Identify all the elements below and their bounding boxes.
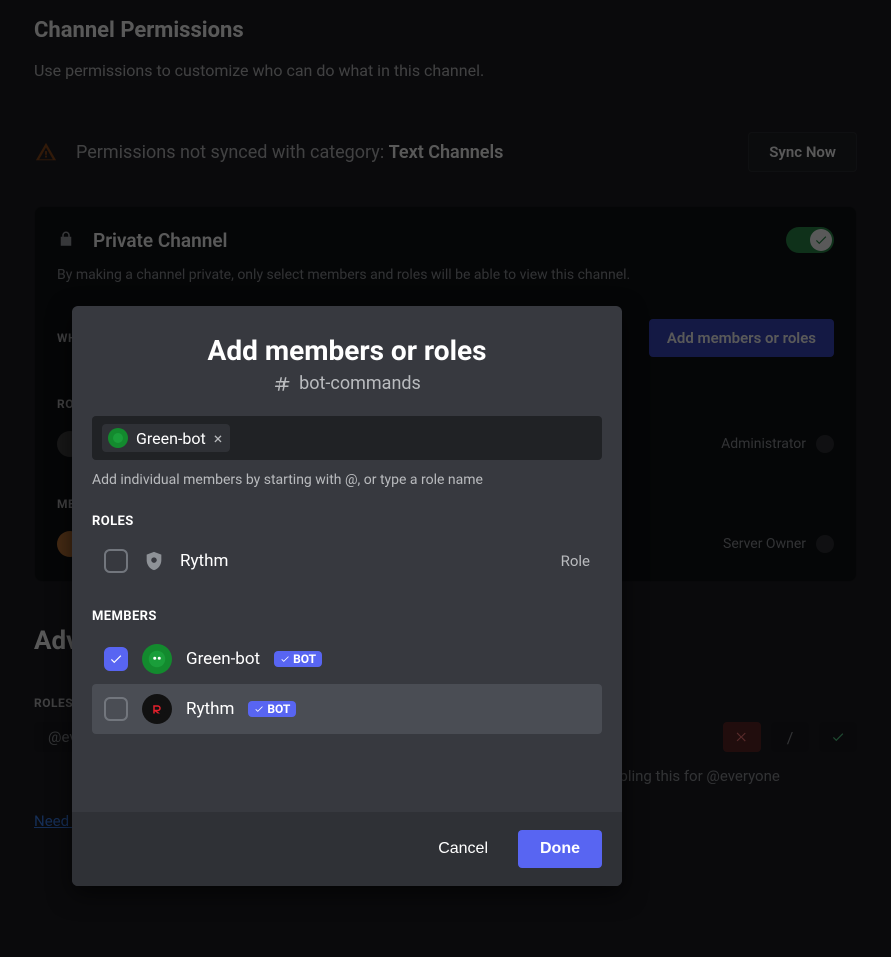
role-option-rythm[interactable]: Rythm Role bbox=[92, 539, 602, 583]
done-button[interactable]: Done bbox=[518, 830, 602, 868]
add-members-modal: Add members or roles bot-commands Green-… bbox=[72, 306, 622, 886]
modal-title: Add members or roles bbox=[92, 334, 602, 367]
role-option-right: Role bbox=[561, 552, 590, 570]
member-checkbox[interactable] bbox=[104, 697, 128, 721]
member-option-name: Rythm bbox=[186, 699, 234, 719]
member-option-name: Green-bot bbox=[186, 649, 260, 669]
member-avatar bbox=[142, 644, 172, 674]
modal-channel: bot-commands bbox=[92, 373, 602, 394]
chip-remove-button[interactable]: × bbox=[214, 429, 223, 448]
modal-roles-label: ROLES bbox=[92, 514, 602, 529]
chip-avatar bbox=[108, 428, 128, 448]
modal-overlay[interactable]: Add members or roles bot-commands Green-… bbox=[0, 0, 891, 957]
member-checkbox[interactable] bbox=[104, 647, 128, 671]
chip-name: Green-bot bbox=[136, 429, 206, 448]
search-chip: Green-bot × bbox=[102, 424, 230, 452]
member-option-rythm[interactable]: Rythm BOT bbox=[92, 684, 602, 734]
search-hint: Add individual members by starting with … bbox=[92, 472, 602, 488]
member-search-input[interactable]: Green-bot × bbox=[92, 416, 602, 460]
role-option-name: Rythm bbox=[180, 551, 228, 571]
hash-icon bbox=[273, 375, 291, 393]
member-avatar bbox=[142, 694, 172, 724]
cancel-button[interactable]: Cancel bbox=[422, 830, 504, 868]
modal-footer: Cancel Done bbox=[72, 812, 622, 886]
bot-badge: BOT bbox=[274, 651, 322, 667]
modal-members-label: MEMBERS bbox=[92, 609, 602, 624]
member-option-green-bot[interactable]: Green-bot BOT bbox=[92, 634, 602, 684]
shield-icon bbox=[142, 549, 166, 573]
role-checkbox[interactable] bbox=[104, 549, 128, 573]
bot-badge: BOT bbox=[248, 701, 296, 717]
